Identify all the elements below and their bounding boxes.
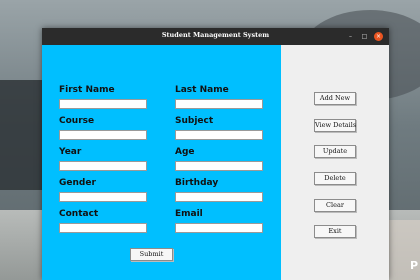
email-field[interactable] — [175, 223, 263, 233]
age-field[interactable] — [175, 161, 263, 171]
add-new-button[interactable]: Add New — [314, 92, 356, 105]
email-label: Email — [175, 209, 203, 219]
student-form: First Name Last Name Course Subject Year… — [42, 45, 281, 280]
contact-label: Contact — [59, 209, 99, 219]
birthday-field[interactable] — [175, 192, 263, 202]
maximize-icon[interactable]: □ — [360, 32, 369, 41]
first-name-field[interactable] — [59, 99, 147, 109]
view-details-button[interactable]: View Details — [314, 119, 356, 132]
clear-button[interactable]: Clear — [314, 199, 356, 212]
last-name-field[interactable] — [175, 99, 263, 109]
first-name-label: First Name — [59, 85, 115, 95]
subject-field[interactable] — [175, 130, 263, 140]
gender-field[interactable] — [59, 192, 147, 202]
background-corner-text: P — [410, 259, 419, 272]
gender-label: Gender — [59, 178, 96, 188]
contact-field[interactable] — [59, 223, 147, 233]
course-field[interactable] — [59, 130, 147, 140]
year-label: Year — [59, 147, 82, 157]
last-name-label: Last Name — [175, 85, 229, 95]
minimize-icon[interactable]: – — [346, 32, 355, 41]
delete-button[interactable]: Delete — [314, 172, 356, 185]
app-window: Student Management System – □ × First Na… — [42, 28, 389, 280]
title-bar[interactable]: Student Management System – □ × — [42, 28, 389, 45]
age-label: Age — [175, 147, 195, 157]
submit-button[interactable]: Submit — [130, 248, 173, 261]
subject-label: Subject — [175, 116, 214, 126]
update-button[interactable]: Update — [314, 145, 356, 158]
action-panel: Add New View Details Update Delete Clear… — [281, 45, 389, 280]
exit-button[interactable]: Exit — [314, 225, 356, 238]
course-label: Course — [59, 116, 95, 126]
window-title: Student Management System — [161, 31, 270, 39]
close-icon[interactable]: × — [374, 32, 383, 41]
year-field[interactable] — [59, 161, 147, 171]
birthday-label: Birthday — [175, 178, 219, 188]
